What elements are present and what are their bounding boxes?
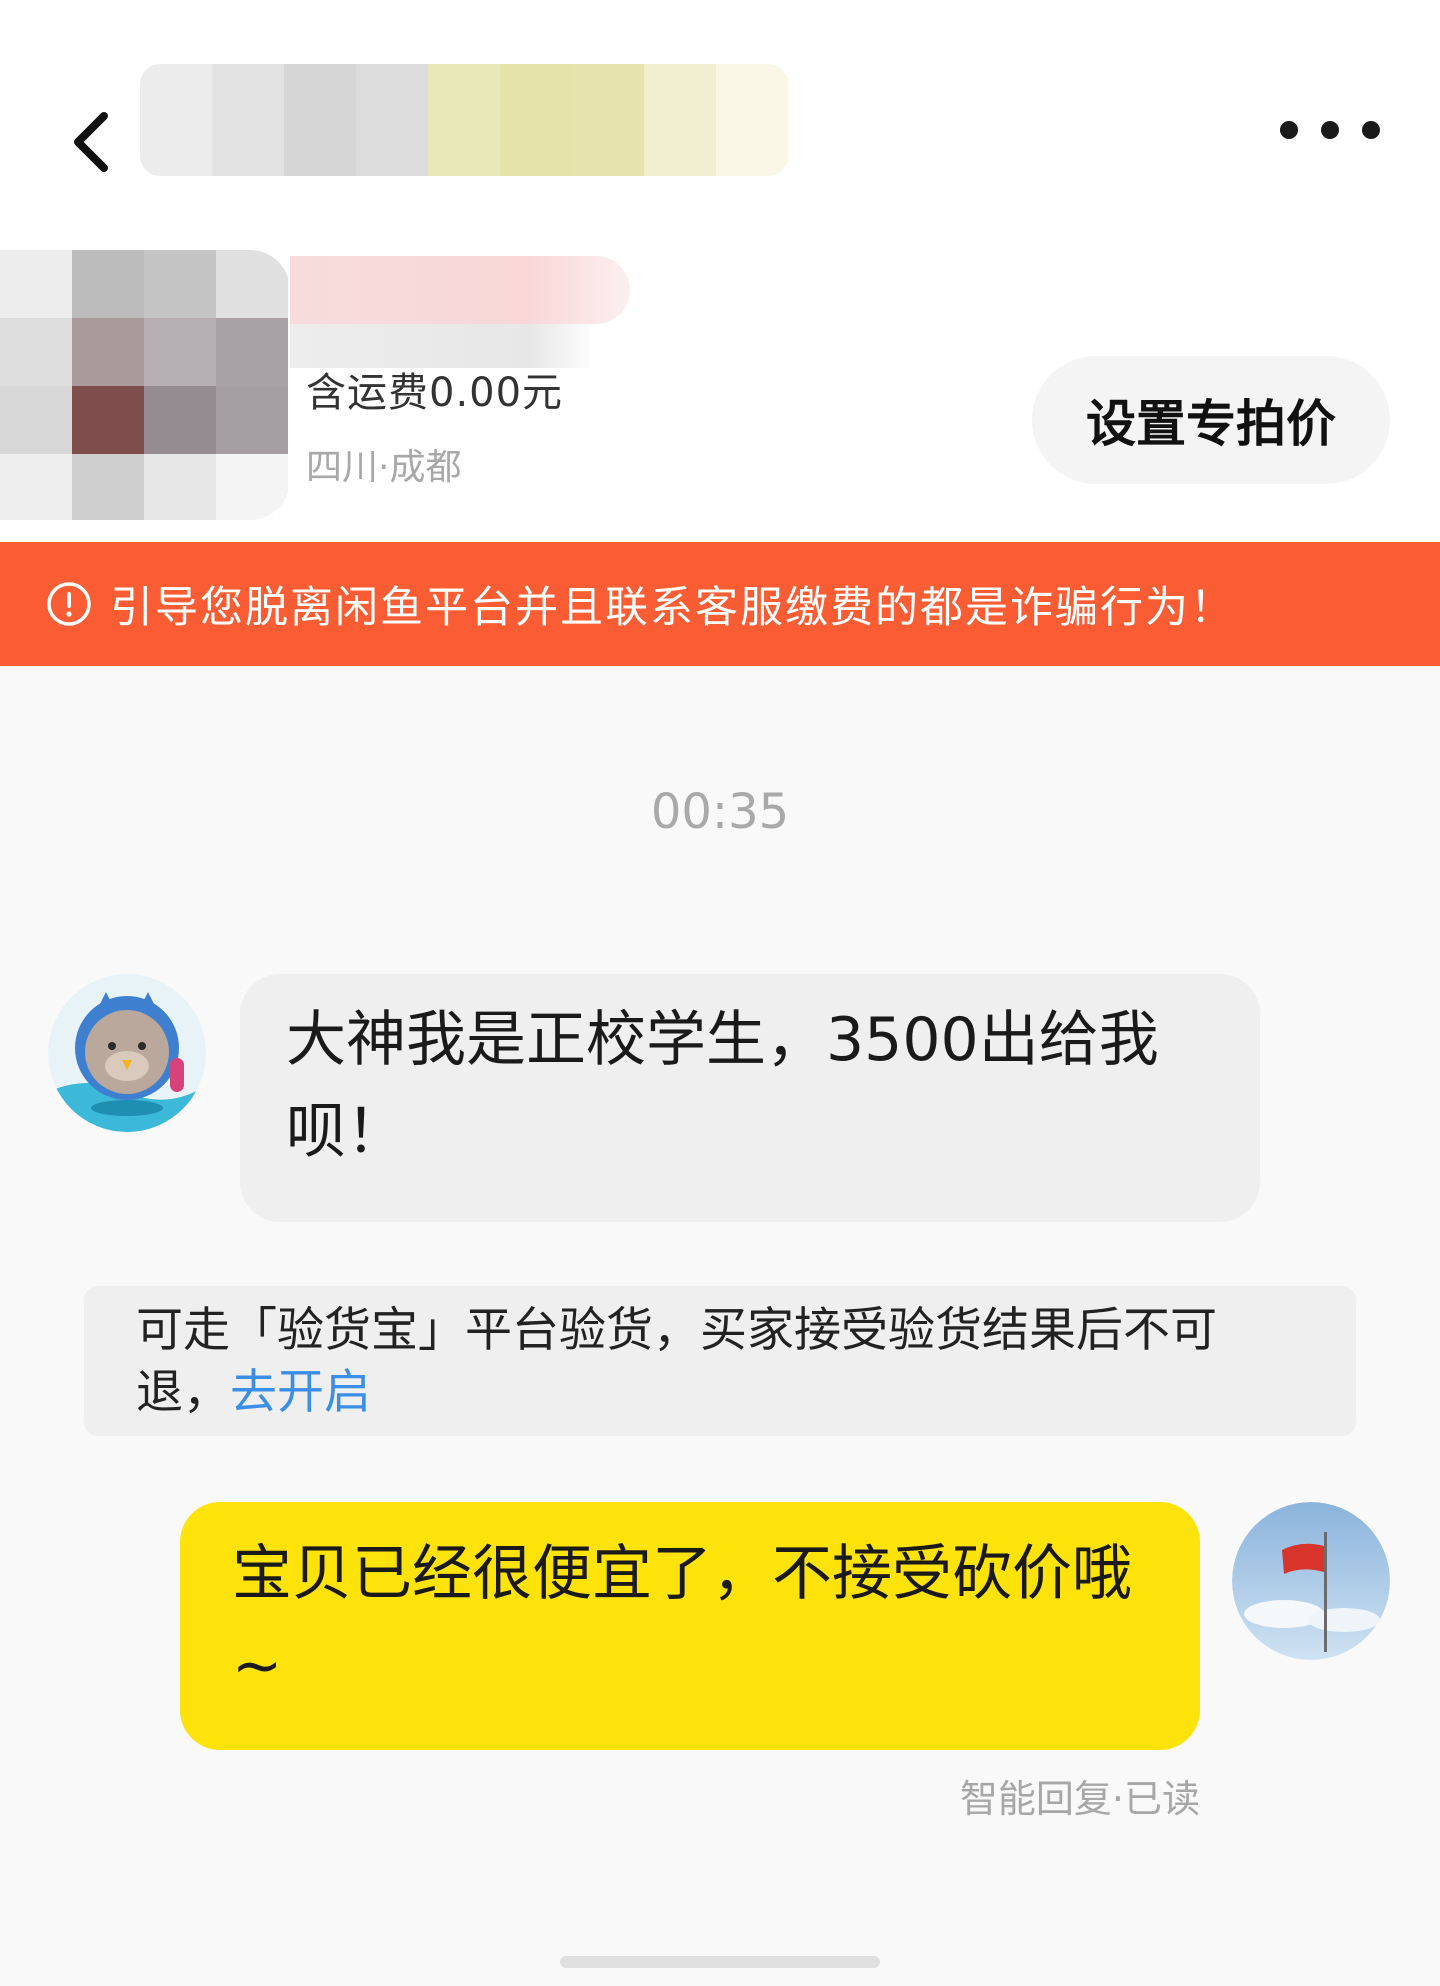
exclamation-circle-icon: [46, 581, 92, 627]
dot-icon: [1321, 121, 1339, 139]
shipping-fee-text: 含运费0.00元: [306, 370, 564, 416]
fraud-warning-banner: 引导您脱离闲鱼平台并且联系客服缴费的都是诈骗行为！: [0, 542, 1440, 666]
chat-header: 含运费0.00元 四川·成都 设置专拍价: [0, 0, 1440, 540]
pixelated-product-image[interactable]: [0, 250, 290, 520]
message-list[interactable]: 00:35 大神我是正校学生，3500出给我呗！ 可走「验货宝」平台验货，买家接…: [0, 666, 1440, 1986]
chevron-left-icon: [74, 112, 108, 172]
location-text: 四川·成都: [306, 447, 462, 488]
cartoon-seal-avatar-icon: [48, 974, 206, 1132]
back-button[interactable]: [58, 100, 128, 180]
chat-page: 含运费0.00元 四川·成都 设置专拍价 引导您脱离闲鱼平台并且联系客服缴费的都…: [0, 0, 1440, 1986]
warning-text: 引导您脱离闲鱼平台并且联系客服缴费的都是诈骗行为！: [110, 583, 1235, 633]
set-special-price-button[interactable]: 设置专拍价: [1032, 356, 1390, 484]
seller-avatar[interactable]: [1232, 1502, 1390, 1660]
flag-sky-avatar-icon: [1232, 1502, 1390, 1660]
buyer-avatar[interactable]: [48, 974, 206, 1132]
reply-status: 智能回复·已读: [959, 1777, 1200, 1821]
enable-inspection-link[interactable]: 去开启: [230, 1365, 371, 1420]
home-indicator: [560, 1956, 880, 1968]
pixelated-price: [290, 256, 630, 324]
seller-message-bubble[interactable]: 宝贝已经很便宜了，不接受砍价哦~: [180, 1502, 1200, 1750]
message-timestamp: 00:35: [650, 784, 790, 840]
dot-icon: [1280, 121, 1298, 139]
buyer-message-bubble[interactable]: 大神我是正校学生，3500出给我呗！: [240, 974, 1260, 1222]
pixelated-user-name: [140, 64, 788, 176]
more-options-button[interactable]: [1280, 110, 1380, 150]
dot-icon: [1362, 121, 1380, 139]
inspection-service-notice: 可走「验货宝」平台验货，买家接受验货结果后不可退，去开启: [84, 1286, 1356, 1436]
